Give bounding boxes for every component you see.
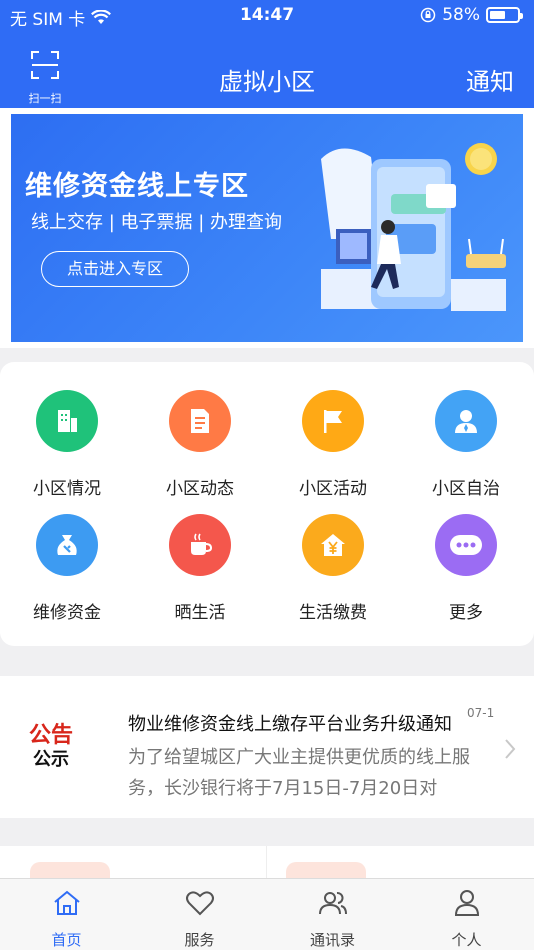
- banner-illustration: [321, 143, 506, 311]
- announcement-card[interactable]: 公告 公示 物业维修资金线上缴存平台业务升级通知 07-1 为了给望城区广大业主…: [0, 676, 534, 818]
- house-yen-icon: [302, 514, 364, 576]
- chevron-right-icon: [505, 739, 516, 759]
- grid-item-maintenance-fund[interactable]: 维修资金: [0, 514, 134, 623]
- grid-label: 晒生活: [174, 603, 226, 623]
- user-icon: [454, 890, 479, 916]
- building-icon: [36, 390, 98, 452]
- home-icon: [53, 890, 80, 915]
- grid-item-community-info[interactable]: 小区情况: [0, 390, 134, 499]
- tab-home[interactable]: 首页: [0, 887, 133, 950]
- grid-label: 小区自治: [432, 479, 500, 499]
- announcement-date: 07-1: [467, 706, 495, 720]
- grid-item-self-governance[interactable]: 小区自治: [399, 390, 533, 499]
- more-icon: [435, 514, 497, 576]
- tab-label: 通讯录: [309, 931, 355, 949]
- grid-item-community-events[interactable]: 小区活动: [266, 390, 400, 499]
- notifications-button[interactable]: 通知: [466, 62, 514, 97]
- banner-section: 维修资金线上专区 线上交存 | 电子票据 | 办理查询 点击进入专区: [0, 108, 534, 348]
- bottom-tab-bar: 首页 服务 通讯录 个人: [0, 878, 534, 950]
- tab-label: 服务: [184, 931, 215, 949]
- announcement-logo: 公告 公示: [22, 724, 80, 772]
- logo-line-2: 公示: [33, 749, 69, 770]
- announcement-body: 为了给望城区广大业主提供更优质的线上服务，长沙银行将于7月15日-7月20日对: [128, 747, 470, 799]
- heart-icon: [185, 891, 214, 916]
- money-bag-icon: [36, 514, 98, 576]
- grid-label: 更多: [449, 603, 483, 623]
- contacts-icon: [318, 892, 347, 915]
- feature-grid: 小区情况 小区动态 小区活动 小区自治 维修资金 晒生活 生活缴费 更多: [0, 362, 534, 646]
- person-icon: [435, 390, 497, 452]
- battery-icon: [486, 7, 523, 23]
- enter-zone-button[interactable]: 点击进入专区: [41, 251, 189, 287]
- flag-icon: [302, 390, 364, 452]
- grid-label: 生活缴费: [299, 603, 367, 623]
- page-title: 虚拟小区: [219, 68, 315, 96]
- grid-item-community-news[interactable]: 小区动态: [133, 390, 267, 499]
- grid-item-share-life[interactable]: 晒生活: [133, 514, 267, 623]
- maintenance-fund-banner[interactable]: 维修资金线上专区 线上交存 | 电子票据 | 办理查询 点击进入专区: [11, 114, 523, 342]
- top-header: 无 SIM 卡 14:47 58% 扫一扫 虚拟小区 通知: [0, 0, 534, 108]
- status-bar: 无 SIM 卡 14:47 58%: [0, 0, 534, 30]
- announcement-title: 物业维修资金线上缴存平台业务升级通知: [128, 714, 452, 735]
- tab-profile[interactable]: 个人: [400, 887, 533, 950]
- grid-label: 小区情况: [33, 479, 101, 499]
- grid-label: 小区动态: [166, 479, 234, 499]
- tab-label: 个人: [451, 931, 482, 949]
- tab-services[interactable]: 服务: [133, 887, 266, 950]
- document-icon: [169, 390, 231, 452]
- grid-item-more[interactable]: 更多: [399, 514, 533, 623]
- rotation-lock-icon: [420, 7, 436, 23]
- battery-percent: 58%: [442, 5, 480, 25]
- grid-label: 维修资金: [33, 603, 101, 623]
- grid-item-bill-payment[interactable]: 生活缴费: [266, 514, 400, 623]
- tab-contacts[interactable]: 通讯录: [266, 887, 399, 950]
- tab-label: 首页: [51, 931, 82, 949]
- cup-icon: [169, 514, 231, 576]
- logo-line-1: 公告: [28, 723, 73, 748]
- banner-title: 维修资金线上专区: [25, 171, 249, 202]
- grid-label: 小区活动: [299, 479, 367, 499]
- banner-subtitle: 线上交存 | 电子票据 | 办理查询: [31, 212, 283, 233]
